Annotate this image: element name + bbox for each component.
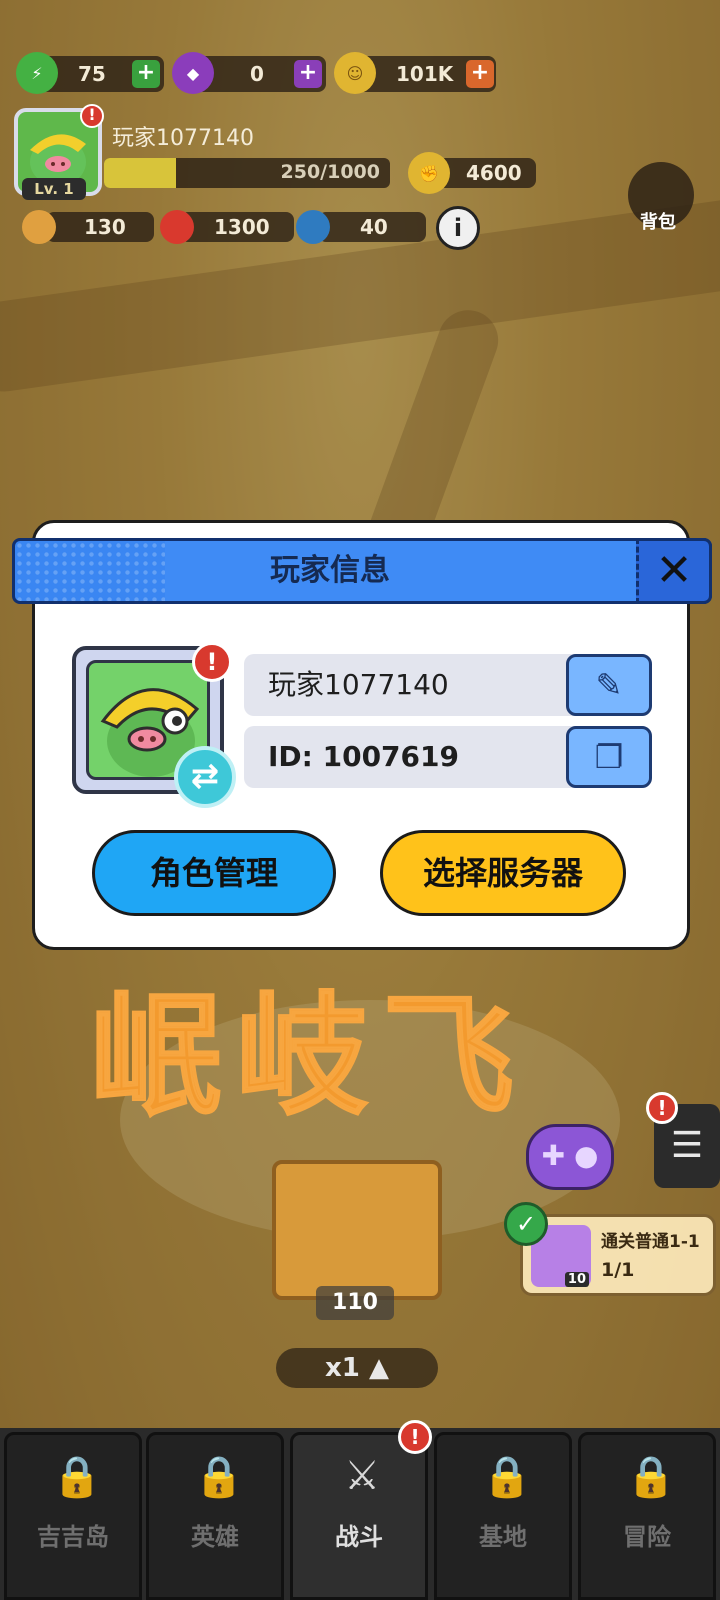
tab-base[interactable]: 🔒 基地 bbox=[434, 1432, 572, 1600]
tab-label: 冒险 bbox=[623, 1523, 671, 1551]
lock-icon: 🔒 bbox=[482, 1454, 532, 1500]
coin-plus-button[interactable]: + bbox=[466, 60, 494, 88]
crossed-swords-icon: ⚔ bbox=[344, 1453, 380, 1499]
player-name: 玩家1077140 bbox=[112, 126, 254, 151]
quest-panel[interactable]: 10 通关普通1-1 1/1 bbox=[520, 1214, 716, 1296]
energy-value: 75 bbox=[78, 62, 106, 86]
battle-alert-icon: ! bbox=[398, 1420, 432, 1454]
edit-name-button[interactable]: ✎ bbox=[566, 654, 652, 716]
swap-avatar-icon[interactable]: ⇄ bbox=[174, 746, 236, 808]
shield-icon bbox=[296, 210, 330, 244]
tab-jiji-island[interactable]: 🔒 吉吉岛 bbox=[4, 1432, 142, 1600]
close-button[interactable]: ✕ bbox=[636, 538, 712, 604]
select-server-button[interactable]: 选择服务器 bbox=[380, 830, 626, 916]
attack-value: 130 bbox=[84, 215, 126, 239]
check-icon: ✓ bbox=[504, 1202, 548, 1246]
xp-text: 250/1000 bbox=[280, 161, 380, 183]
lock-icon: 🔒 bbox=[194, 1454, 244, 1500]
quest-title: 通关普通1-1 bbox=[601, 1232, 700, 1252]
crate-count: 110 bbox=[316, 1286, 394, 1320]
tab-heroes[interactable]: 🔒 英雄 bbox=[146, 1432, 284, 1600]
lock-icon: 🔒 bbox=[52, 1454, 102, 1500]
power-value: 4600 bbox=[466, 161, 522, 185]
avatar-alert-icon: ! bbox=[80, 104, 104, 128]
tab-battle[interactable]: ⚔ 战斗 bbox=[290, 1432, 428, 1600]
tab-label: 英雄 bbox=[191, 1523, 239, 1551]
treasure-crate[interactable] bbox=[272, 1160, 442, 1300]
gamepad-icon[interactable]: ✚ ● bbox=[526, 1124, 614, 1190]
menu-alert-icon: ! bbox=[646, 1092, 678, 1124]
watermark-text: 岷岐飞 bbox=[89, 979, 528, 1135]
sword-icon bbox=[22, 210, 56, 244]
energy-plus-button[interactable]: + bbox=[132, 60, 160, 88]
tab-adventure[interactable]: 🔒 冒险 bbox=[578, 1432, 716, 1600]
tab-label: 吉吉岛 bbox=[37, 1523, 109, 1551]
level-tag: Lv. 1 bbox=[22, 178, 86, 200]
gem-icon: ◆ bbox=[172, 52, 214, 94]
backpack-label[interactable]: 背包 bbox=[640, 208, 676, 234]
xp-fill bbox=[104, 158, 176, 188]
coin-value: 101K bbox=[396, 62, 454, 86]
defense-value: 40 bbox=[360, 215, 388, 239]
lock-icon: 🔒 bbox=[626, 1454, 676, 1500]
heart-icon bbox=[160, 210, 194, 244]
copy-id-button[interactable]: ❐ bbox=[566, 726, 652, 788]
xp-bar: 250/1000 bbox=[104, 158, 390, 188]
quest-progress: 1/1 bbox=[601, 1259, 635, 1281]
gem-value: 0 bbox=[250, 62, 264, 86]
lightning-icon: ⚡ bbox=[16, 52, 58, 94]
dialog-title: 玩家信息 bbox=[270, 553, 390, 588]
info-icon[interactable]: i bbox=[436, 206, 480, 250]
tab-label: 基地 bbox=[479, 1523, 527, 1551]
coin-icon: ☺ bbox=[334, 52, 376, 94]
tab-label: 战斗 bbox=[335, 1523, 383, 1551]
reward-count: 10 bbox=[564, 1272, 589, 1287]
dialog-header: 玩家信息 bbox=[12, 538, 712, 604]
fist-icon: ✊ bbox=[408, 152, 450, 194]
edit-icon: ✎ bbox=[595, 666, 623, 704]
avatar-alert-icon: ! bbox=[192, 642, 232, 682]
speed-button[interactable]: x1 ▲ bbox=[276, 1348, 438, 1388]
gem-plus-button[interactable]: + bbox=[294, 60, 322, 88]
hp-value: 1300 bbox=[214, 215, 270, 239]
role-manage-button[interactable]: 角色管理 bbox=[92, 830, 336, 916]
copy-icon: ❐ bbox=[594, 738, 624, 776]
